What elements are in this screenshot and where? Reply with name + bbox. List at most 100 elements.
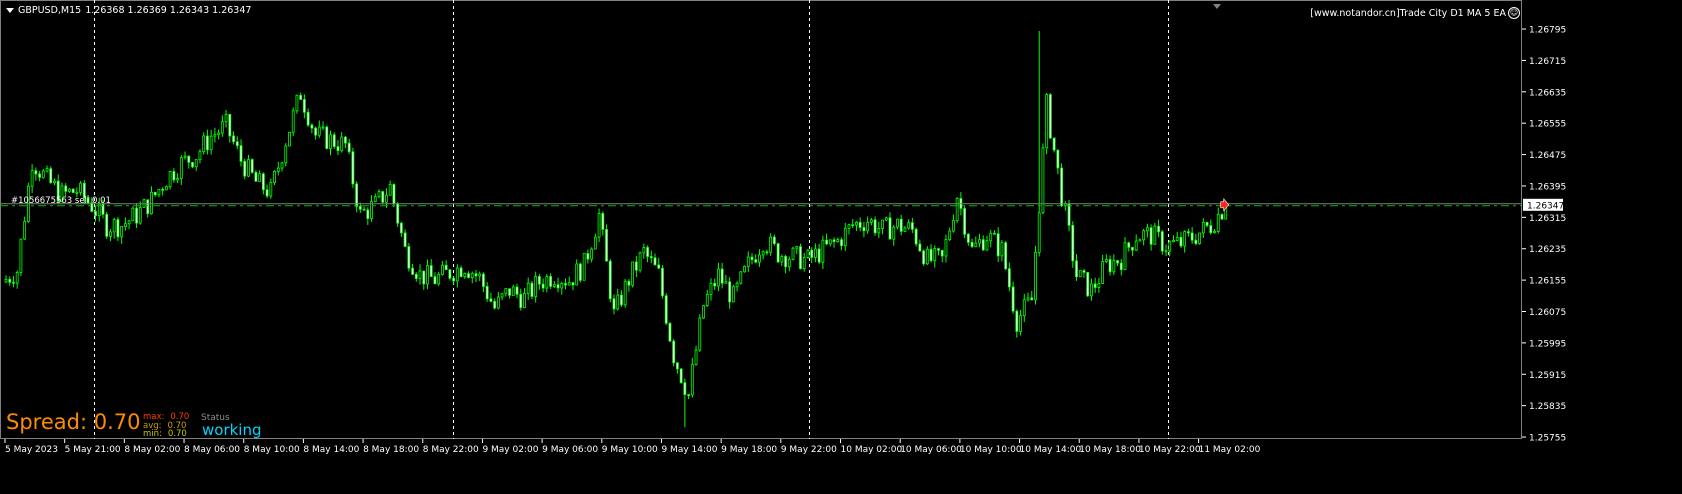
symbol-label: GBPUSD,M15 — [18, 5, 82, 16]
candle-body — [638, 252, 642, 271]
candle-body — [862, 227, 866, 232]
candle-body — [627, 280, 631, 286]
candle-body — [534, 276, 538, 297]
candle-body — [232, 135, 235, 143]
candle-body — [918, 243, 922, 252]
candle-body — [276, 167, 280, 172]
candle-body — [478, 273, 482, 277]
time-tick-label: 11 May 02:00 — [1199, 445, 1261, 455]
candle-body — [1175, 236, 1179, 241]
candle-body — [832, 239, 836, 243]
candle-body — [955, 198, 959, 222]
smiley-icon[interactable]: ☺ — [1508, 7, 1520, 19]
candle-body — [172, 171, 176, 181]
candle-body — [217, 132, 221, 135]
candle-body — [791, 247, 795, 260]
chart-header: GBPUSD,M15 1.26368 1.26369 1.26343 1.263… — [6, 5, 251, 16]
candle-body — [179, 157, 183, 179]
candle-body — [612, 298, 616, 310]
candle-body — [772, 236, 776, 245]
candle-body — [284, 145, 288, 164]
dropdown-triangle-icon[interactable] — [6, 8, 14, 13]
candle-body — [758, 254, 761, 263]
candle-body — [709, 282, 713, 295]
candle-body — [761, 251, 765, 256]
candle-body — [888, 217, 892, 240]
candle-body — [1183, 231, 1187, 247]
candle-body — [325, 126, 329, 149]
candle-body — [590, 248, 594, 260]
candle-body — [731, 286, 735, 303]
candle-body — [71, 188, 75, 194]
candle-body — [933, 248, 937, 262]
candle-body — [235, 141, 239, 147]
candle-body — [459, 267, 463, 278]
candle-body — [157, 188, 161, 196]
candle-body — [291, 110, 295, 133]
candle-body — [784, 256, 787, 268]
candle-body — [455, 267, 459, 282]
candle-body — [396, 203, 400, 224]
candle-body — [989, 232, 993, 242]
candle-body — [414, 273, 418, 279]
candle-body — [247, 159, 250, 177]
candle-body — [19, 238, 23, 273]
candle-body — [161, 188, 165, 191]
candle-body — [1090, 283, 1093, 297]
candle-body — [735, 282, 739, 288]
candle-body — [582, 253, 586, 281]
price-tick-label: 1.26555 — [1529, 120, 1566, 130]
price-tick-label: 1.26315 — [1529, 214, 1566, 224]
candle-body — [1194, 239, 1198, 245]
candle-body — [8, 278, 12, 283]
price-chart[interactable]: 1.26795 1.26715 1.26635 1.26555 1.26475 1.263… — [0, 0, 1682, 494]
candle-body — [754, 259, 758, 263]
candle-body — [1108, 259, 1112, 273]
candle-body — [202, 135, 206, 153]
candle-body — [556, 284, 560, 289]
candle-body — [64, 185, 68, 192]
candle-body — [653, 257, 657, 266]
candle-body — [411, 267, 414, 275]
candle-body — [12, 281, 15, 284]
candle-body — [724, 281, 728, 284]
candle-body — [127, 220, 131, 225]
candle-body — [496, 296, 500, 309]
candle-body — [347, 142, 351, 153]
candle-body — [1078, 270, 1082, 278]
time-tick-label: 9 May 02:00 — [482, 445, 538, 455]
candle-body — [847, 224, 851, 229]
candle-body — [1067, 203, 1071, 226]
time-tick-label: 5 May 21:00 — [65, 445, 121, 455]
candle-body — [261, 173, 265, 191]
time-tick-label: 9 May 22:00 — [781, 445, 837, 455]
candle-body — [1056, 149, 1060, 169]
candle-body — [623, 280, 627, 306]
candle-body — [444, 264, 448, 271]
candle-body — [206, 135, 209, 151]
candle-body — [467, 273, 470, 278]
candle-body — [1157, 225, 1160, 233]
price-tick-label: 1.26795 — [1529, 26, 1566, 36]
candle-body — [579, 263, 582, 281]
candle-body — [407, 246, 411, 269]
time-tick-label: 8 May 10:00 — [244, 445, 300, 455]
candle-body — [925, 248, 929, 265]
candle-body — [1015, 310, 1019, 332]
candle-body — [787, 258, 791, 268]
candle-body — [176, 178, 179, 181]
candle-body — [75, 191, 79, 194]
candle-body — [515, 286, 519, 295]
candle-body — [694, 349, 698, 365]
time-tick-label: 8 May 06:00 — [184, 445, 240, 455]
candle-body — [164, 186, 168, 191]
price-tick-label: 1.26715 — [1529, 57, 1566, 67]
candle-body — [1153, 225, 1157, 245]
candle-body — [1131, 246, 1134, 251]
candle-body — [429, 265, 433, 277]
candle-body — [1209, 225, 1213, 234]
candle-body — [265, 189, 269, 197]
price-axis: 1.26795 1.26715 1.26635 1.26555 1.26475 1.263… — [1522, 0, 1682, 456]
candle-body — [273, 171, 276, 184]
candle-body — [153, 191, 157, 196]
